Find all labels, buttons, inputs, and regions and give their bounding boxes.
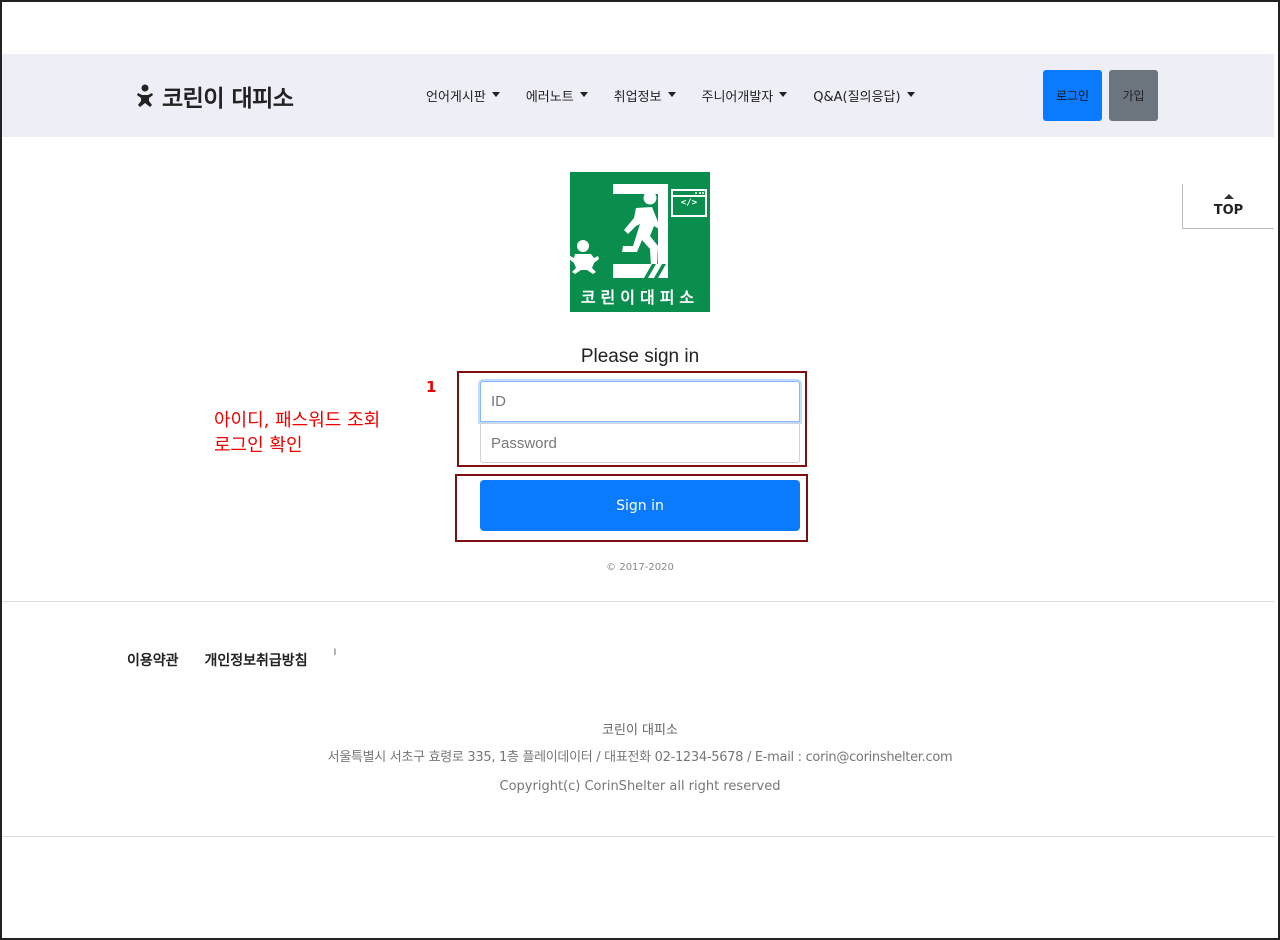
nav-item-label: 에러노트 (525, 90, 574, 105)
annotation-box-credentials (457, 371, 807, 467)
signin-title: Please sign in (580, 346, 700, 367)
annotation-number: 1 (426, 378, 437, 396)
navbar: 코린이 대피소 언어게시판 에러노트 취업정보 주니어개발자 Q&A(질의응답)… (2, 54, 1274, 137)
scroll-top-button[interactable]: TOP (1182, 184, 1274, 229)
footer-separator: I (333, 648, 337, 658)
caret-down-icon (491, 92, 500, 97)
divider (2, 836, 1274, 837)
nav-item-label: 주니어개발자 (701, 90, 774, 105)
caret-down-icon (667, 92, 676, 97)
logo-text: 코린이대피소 (580, 288, 700, 307)
footer-address: 서울특별시 서초구 효령로 335, 1층 플레이데이터 / 대표전화 02-1… (327, 750, 953, 765)
nav-item-job-info[interactable]: 취업정보 (614, 86, 676, 105)
nav-item-label: Q&A(질의응답) (813, 90, 901, 105)
scroll-top-label: TOP (1213, 203, 1244, 218)
main-nav: 언어게시판 에러노트 취업정보 주니어개발자 Q&A(질의응답) (426, 86, 941, 105)
brand-name: 코린이 대피소 (162, 86, 294, 112)
code-symbol: </> (680, 198, 698, 208)
annotation-text: 아이디, 패스워드 조회 로그인 확인 (214, 408, 380, 458)
nav-item-junior-dev[interactable]: 주니어개발자 (702, 86, 788, 105)
terms-link[interactable]: 이용약관 (127, 650, 179, 670)
annotation-line-2: 로그인 확인 (214, 435, 303, 456)
footer-links: 이용약관 개인정보취급방침 I (127, 648, 362, 670)
privacy-link[interactable]: 개인정보취급방침 (205, 650, 308, 670)
window-frame (0, 0, 1280, 940)
nav-item-qna[interactable]: Q&A(질의응답) (813, 86, 915, 105)
nav-item-error-note[interactable]: 에러노트 (526, 86, 588, 105)
nav-item-label: 취업정보 (613, 90, 662, 105)
baby-icon (134, 84, 156, 108)
footer-copyright: Copyright(c) CorinShelter all right rese… (499, 779, 781, 794)
shelter-logo: </> 코린이대피소 (570, 172, 710, 312)
annotation-box-signin (455, 474, 808, 542)
caret-down-icon (906, 92, 915, 97)
login-button[interactable]: 로그인 (1043, 70, 1102, 121)
nav-item-label: 언어게시판 (426, 90, 486, 105)
signin-copyright: © 2017-2020 (606, 562, 674, 573)
arrow-up-icon (1223, 194, 1234, 199)
caret-down-icon (579, 92, 588, 97)
caret-down-icon (779, 92, 788, 97)
brand-logo[interactable]: 코린이 대피소 (134, 80, 294, 112)
join-button[interactable]: 가입 (1109, 70, 1158, 121)
nav-item-language-board[interactable]: 언어게시판 (426, 86, 500, 105)
footer-company: 코린이 대피소 (602, 723, 678, 738)
annotation-line-1: 아이디, 패스워드 조회 (214, 410, 381, 431)
divider (2, 601, 1274, 602)
